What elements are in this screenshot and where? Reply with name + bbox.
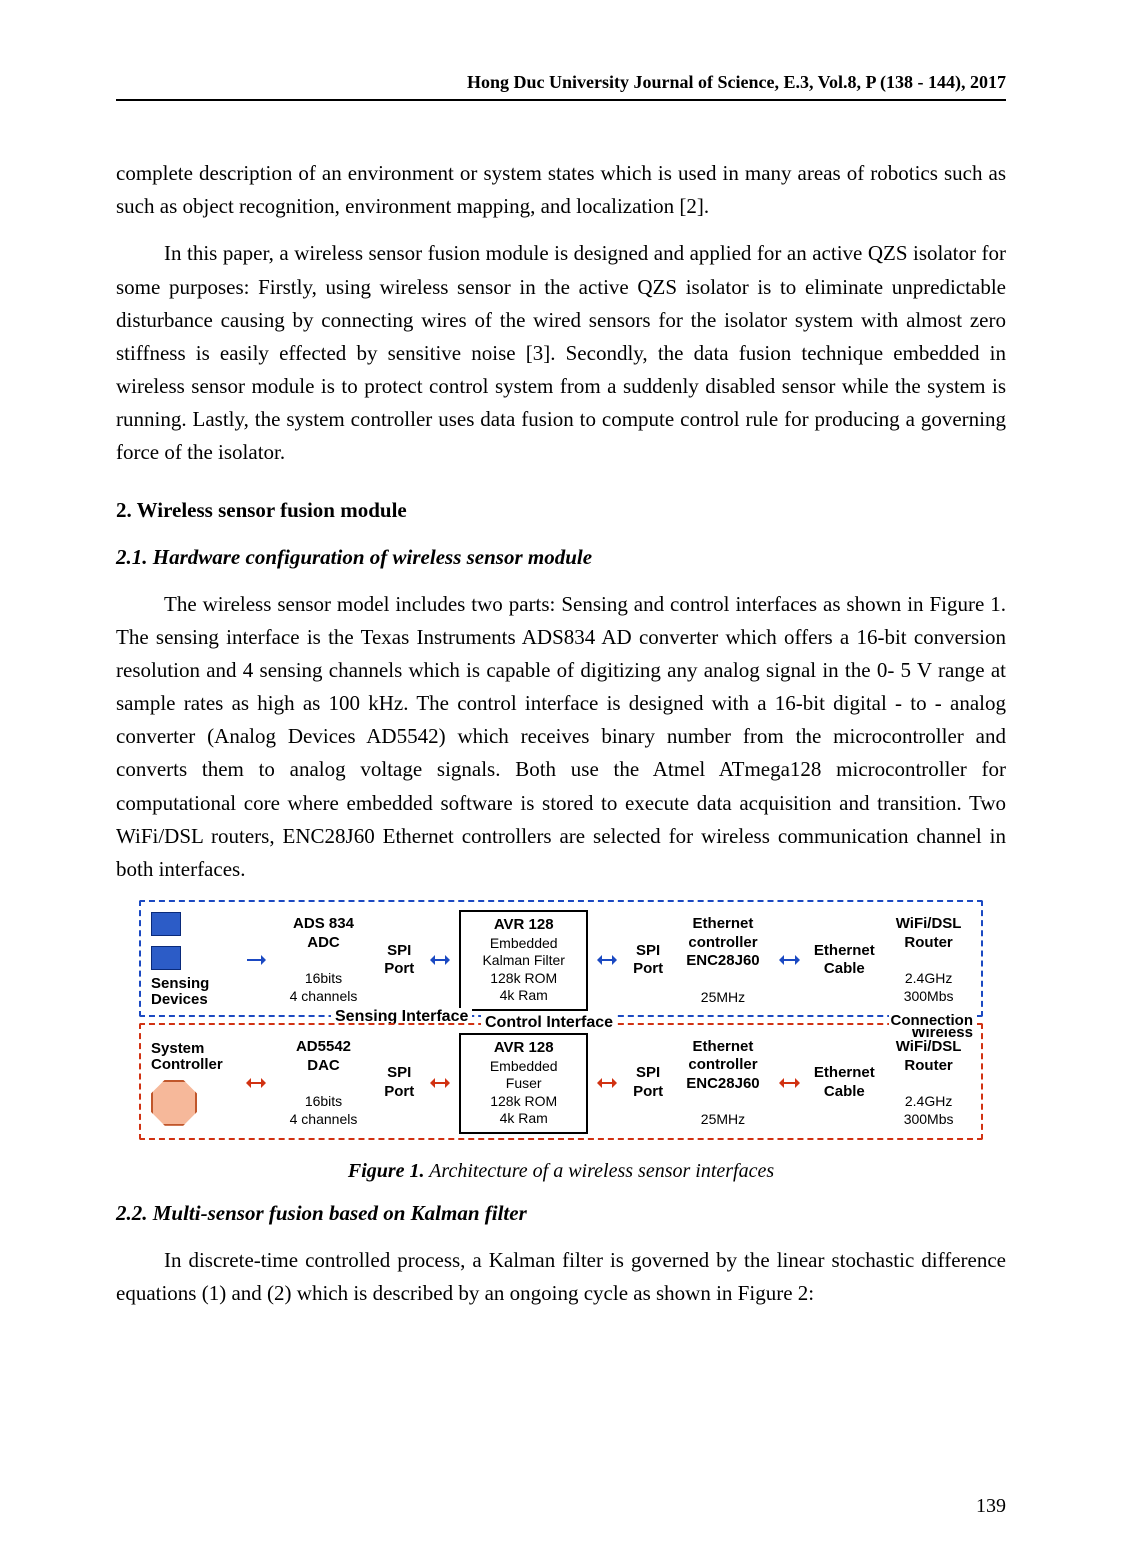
sensing-left-col: Sensing Devices <box>151 912 237 1009</box>
sensing-devices-icon <box>151 912 181 970</box>
avr-line: Kalman Filter <box>482 952 564 968</box>
eth-line: Ethernet <box>693 915 754 932</box>
cable-line: Cable <box>824 1083 865 1100</box>
cable-line: Ethernet <box>814 1064 875 1081</box>
avr-line: 4k Ram <box>500 1110 548 1126</box>
controller-octagon-icon <box>151 1080 197 1126</box>
eth-line: Ethernet <box>693 1038 754 1055</box>
dac-bits: 16bits <box>305 1093 342 1109</box>
eth-line: controller <box>688 934 757 951</box>
paragraph: In this paper, a wireless sensor fusion … <box>116 237 1006 469</box>
eth-freq: 25MHz <box>701 989 745 1005</box>
sensing-interface-box: Sensing Interface Wireless Sensing Devic… <box>139 900 983 1017</box>
eth-line: ENC28J60 <box>686 952 759 969</box>
wifi-line: WiFi/DSL <box>896 915 962 932</box>
adc-channels: 4 channels <box>290 988 358 1004</box>
wifi-freq: 2.4GHz <box>905 970 952 986</box>
control-interface-box: Control Interface Connection System Cont… <box>139 1023 983 1140</box>
avr-line: 128k ROM <box>490 1093 557 1109</box>
port-label: Port <box>384 960 414 977</box>
avr-title: AVR 128 <box>494 1039 554 1056</box>
figure-caption-lead: Figure 1. <box>348 1160 425 1182</box>
adc-title: ADS 834 <box>293 915 354 932</box>
wifi-freq: 2.4GHz <box>905 1093 952 1109</box>
eth-line: controller <box>688 1056 757 1073</box>
avr-node: AVR 128 Embedded Kalman Filter 128k ROM … <box>459 910 588 1011</box>
ethernet-node: Ethernet controller ENC28J60 25MHz <box>676 915 770 1006</box>
spi-label: SPI <box>636 1064 660 1081</box>
wireless-label-bottom: Connection <box>889 1013 976 1029</box>
arrow-icon <box>243 956 269 964</box>
arrow-bi-icon <box>776 1079 802 1087</box>
ethernet-cable-node: Ethernet Cable <box>809 942 881 980</box>
ethernet-node: Ethernet controller ENC28J60 25MHz <box>676 1038 770 1129</box>
dac-node: AD5542 DAC 16bits 4 channels <box>275 1038 371 1128</box>
subsection-heading: 2.2. Multi-sensor fusion based on Kalman… <box>116 1201 1006 1226</box>
sensing-devices-label: Sensing Devices <box>151 976 237 1009</box>
eth-line: ENC28J60 <box>686 1075 759 1092</box>
eth-freq: 25MHz <box>701 1111 745 1127</box>
arrow-bi-icon <box>427 1079 453 1087</box>
avr-line: Embedded <box>490 1058 558 1074</box>
avr-line: Fuser <box>506 1075 542 1091</box>
wifi-line: Router <box>904 1057 952 1074</box>
architecture-diagram: Sensing Interface Wireless Sensing Devic… <box>139 900 983 1146</box>
port-label: Port <box>384 1083 414 1100</box>
wifi-router-node: WiFi/DSL Router 2.4GHz 300Mbs <box>886 1038 971 1128</box>
spi-port-node: SPI Port <box>378 1064 421 1102</box>
dac-channels: 4 channels <box>290 1111 358 1127</box>
adc-bits: 16bits <box>305 970 342 986</box>
adc-subtitle: ADC <box>307 934 340 951</box>
spi-port-node: SPI Port <box>626 942 669 980</box>
spi-label: SPI <box>636 942 660 959</box>
wifi-line: WiFi/DSL <box>896 1038 962 1055</box>
page-number: 139 <box>976 1495 1006 1518</box>
arrow-bi-icon <box>427 956 453 964</box>
paragraph: The wireless sensor model includes two p… <box>116 588 1006 887</box>
figure-1: Sensing Interface Wireless Sensing Devic… <box>116 900 1006 1146</box>
avr-line: Embedded <box>490 935 558 951</box>
running-head: Hong Duc University Journal of Science, … <box>116 72 1006 101</box>
arrow-bi-icon <box>594 1079 620 1087</box>
figure-caption-title: Architecture of a wireless sensor interf… <box>425 1160 775 1182</box>
wifi-speed: 300Mbs <box>904 988 954 1004</box>
system-controller-label: System Controller <box>151 1041 237 1074</box>
port-label: Port <box>633 1083 663 1100</box>
adc-node: ADS 834 ADC 16bits 4 channels <box>275 915 371 1005</box>
spi-port-node: SPI Port <box>378 942 421 980</box>
avr-line: 128k ROM <box>490 970 557 986</box>
control-left-col: System Controller <box>151 1041 237 1126</box>
arrow-bi-icon <box>243 1079 269 1087</box>
cable-line: Cable <box>824 960 865 977</box>
dac-subtitle: DAC <box>307 1057 340 1074</box>
avr-title: AVR 128 <box>494 916 554 933</box>
wifi-router-node: WiFi/DSL Router 2.4GHz 300Mbs <box>886 915 971 1005</box>
dac-title: AD5542 <box>296 1038 351 1055</box>
control-row: System Controller AD5542 DAC 16bits 4 ch… <box>151 1033 971 1134</box>
avr-line: 4k Ram <box>500 987 548 1003</box>
port-label: Port <box>633 960 663 977</box>
control-interface-label: Control Interface <box>481 1014 617 1032</box>
paragraph: In discrete-time controlled process, a K… <box>116 1244 1006 1310</box>
wifi-line: Router <box>904 934 952 951</box>
ethernet-cable-node: Ethernet Cable <box>809 1064 881 1102</box>
spi-label: SPI <box>387 942 411 959</box>
cable-line: Ethernet <box>814 942 875 959</box>
arrow-bi-icon <box>776 956 802 964</box>
spi-label: SPI <box>387 1064 411 1081</box>
spi-port-node: SPI Port <box>626 1064 669 1102</box>
sensing-row: Sensing Devices ADS 834 ADC 16bits 4 cha… <box>151 910 971 1011</box>
avr-node: AVR 128 Embedded Fuser 128k ROM 4k Ram <box>459 1033 588 1134</box>
arrow-bi-icon <box>594 956 620 964</box>
figure-1-caption: Figure 1. Architecture of a wireless sen… <box>116 1160 1006 1183</box>
section-heading: 2. Wireless sensor fusion module <box>116 498 1006 523</box>
body-text: complete description of an environment o… <box>116 157 1006 1310</box>
subsection-heading: 2.1. Hardware configuration of wireless … <box>116 545 1006 570</box>
paragraph: complete description of an environment o… <box>116 157 1006 223</box>
page: Hong Duc University Journal of Science, … <box>0 0 1122 1564</box>
wifi-speed: 300Mbs <box>904 1111 954 1127</box>
sensor-box-icon <box>151 912 181 936</box>
sensor-box-icon <box>151 946 181 970</box>
